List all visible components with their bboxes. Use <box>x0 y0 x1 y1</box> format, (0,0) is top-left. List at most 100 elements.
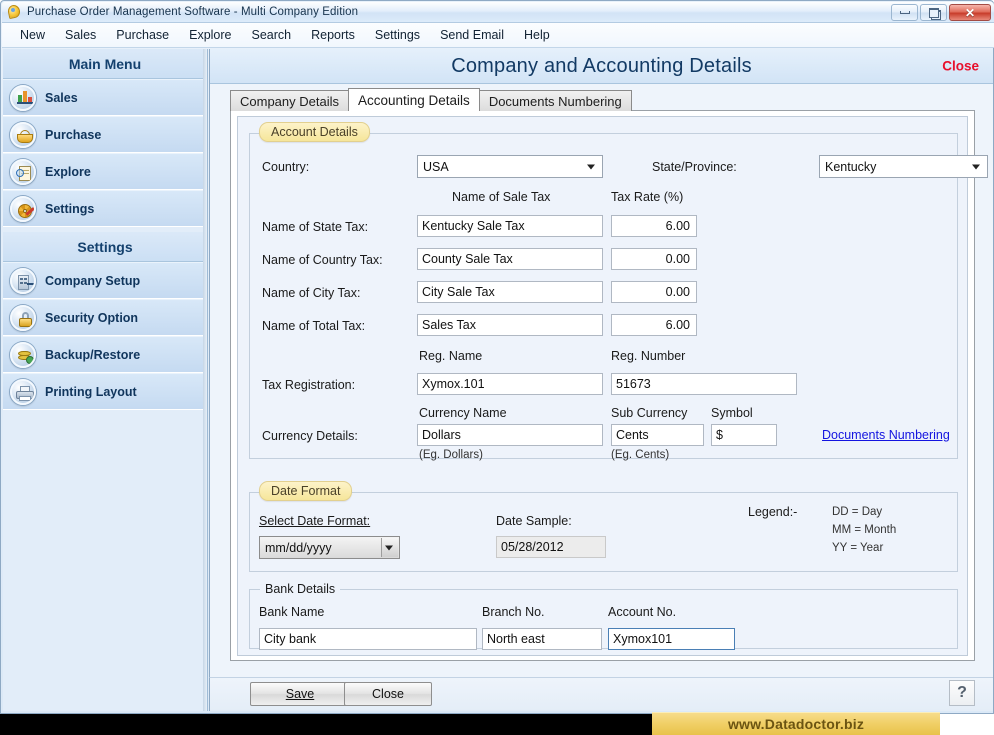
bank-details-legend: Bank Details <box>260 582 341 596</box>
save-button[interactable]: Save <box>250 682 350 706</box>
menu-item-new[interactable]: New <box>10 25 55 45</box>
sidebar-item-label-backup-restore: Backup/Restore <box>45 347 141 362</box>
window-frame: Purchase Order Management Software - Mul… <box>0 0 994 714</box>
bank-name-label: Bank Name <box>259 605 325 619</box>
state-tax-rate-input[interactable] <box>611 215 697 237</box>
date-format-group: Date Format Select Date Format: mm/dd/yy… <box>249 481 958 572</box>
menu-item-sales[interactable]: Sales <box>55 25 106 45</box>
reg-name-header: Reg. Name <box>419 349 483 363</box>
state-province-select-value: Kentucky <box>825 159 877 174</box>
documents-numbering-link[interactable]: Documents Numbering <box>822 428 950 442</box>
sidebar-item-printing-layout[interactable]: Printing Layout <box>3 373 207 410</box>
tab-strip: Company Details Accounting Details Docum… <box>230 88 632 111</box>
currency-name-input[interactable] <box>417 424 603 446</box>
main-content: Company and Accounting Details Close Com… <box>209 49 993 711</box>
window-controls: ✕ <box>891 4 991 21</box>
date-format-select-value: mm/dd/yyyy <box>265 540 332 555</box>
legend-line-month: MM = Month <box>832 524 897 536</box>
state-tax-name-input[interactable] <box>417 215 603 237</box>
printer-icon <box>10 378 36 405</box>
sidebar-item-company-setup[interactable]: Company Setup <box>3 262 207 299</box>
select-date-format-label: Select Date Format: <box>259 514 371 528</box>
sidebar: Main Menu Sales Purchase Explore Setting… <box>3 49 208 711</box>
watermark-banner: www.Datadoctor.biz <box>652 712 940 735</box>
sidebar-settings-list: Company Setup Security Option Backup/Res… <box>3 262 207 410</box>
account-no-input[interactable] <box>608 628 735 650</box>
total-tax-rate-input[interactable] <box>611 314 697 336</box>
tab-documents-numbering[interactable]: Documents Numbering <box>478 90 632 111</box>
city-tax-rate-input[interactable] <box>611 281 697 303</box>
currency-name-hint: (Eg. Dollars) <box>419 449 483 461</box>
close-button[interactable]: Close <box>344 682 432 706</box>
sub-currency-hint: (Eg. Cents) <box>611 449 670 461</box>
account-details-legend: Account Details <box>259 122 370 142</box>
symbol-input[interactable] <box>711 424 777 446</box>
currency-details-label: Currency Details: <box>262 429 358 443</box>
sub-currency-header: Sub Currency <box>611 406 688 420</box>
sidebar-empty-area <box>3 410 207 610</box>
country-tax-rate-input[interactable] <box>611 248 697 270</box>
watermark-text: www.Datadoctor.biz <box>727 716 865 732</box>
country-tax-name-input[interactable] <box>417 248 603 270</box>
database-recycle-icon <box>10 341 36 368</box>
maximize-icon <box>928 8 941 20</box>
sidebar-scrollbar[interactable] <box>203 49 207 711</box>
menu-item-explore[interactable]: Explore <box>179 25 241 45</box>
symbol-header: Symbol <box>711 406 753 420</box>
country-tax-label: Name of Country Tax: <box>262 253 383 267</box>
reg-number-input[interactable] <box>611 373 797 395</box>
menu-bar: New Sales Purchase Explore Search Report… <box>2 23 994 48</box>
menu-item-purchase[interactable]: Purchase <box>106 25 179 45</box>
sidebar-item-purchase[interactable]: Purchase <box>3 116 207 153</box>
content-header: Company and Accounting Details Close <box>210 49 993 84</box>
sidebar-item-security-option[interactable]: Security Option <box>3 299 207 336</box>
sidebar-item-settings[interactable]: Settings <box>3 190 207 227</box>
maximize-button[interactable] <box>920 4 947 21</box>
application-window: Purchase Order Management Software - Mul… <box>0 0 994 735</box>
menu-item-search[interactable]: Search <box>242 25 302 45</box>
help-button[interactable]: ? <box>949 680 975 706</box>
sidebar-item-sales[interactable]: Sales <box>3 79 207 116</box>
sidebar-item-label-explore: Explore <box>45 164 91 179</box>
menu-item-reports[interactable]: Reports <box>301 25 365 45</box>
tab-panel-inner: Account Details Country: USA State/Provi… <box>237 116 988 656</box>
state-province-label: State/Province: <box>652 160 737 174</box>
minimize-button[interactable] <box>891 4 918 21</box>
desktop-right-strip <box>940 714 994 735</box>
reg-number-header: Reg. Number <box>611 349 686 363</box>
branch-no-label: Branch No. <box>482 605 545 619</box>
tab-panel-accounting-details: Account Details Country: USA State/Provi… <box>230 110 988 661</box>
branch-no-input[interactable] <box>482 628 602 650</box>
country-select[interactable]: USA <box>417 155 603 178</box>
total-tax-label: Name of Total Tax: <box>262 319 366 333</box>
sub-currency-input[interactable] <box>611 424 704 446</box>
sidebar-item-explore[interactable]: Explore <box>3 153 207 190</box>
form-footer: Save Close ? <box>209 677 993 711</box>
city-tax-label: Name of City Tax: <box>262 286 361 300</box>
minimize-icon <box>899 11 910 14</box>
tab-company-details[interactable]: Company Details <box>230 90 349 111</box>
close-icon: ✕ <box>964 5 976 20</box>
total-tax-name-input[interactable] <box>417 314 603 336</box>
document-search-icon <box>10 158 36 185</box>
legend-title: Legend:- <box>748 505 798 519</box>
close-form-link[interactable]: Close <box>942 59 979 74</box>
date-format-select[interactable]: mm/dd/yyyy <box>259 536 400 559</box>
sidebar-item-backup-restore[interactable]: Backup/Restore <box>3 336 207 373</box>
bank-name-input[interactable] <box>259 628 477 650</box>
chart-icon <box>10 84 36 111</box>
state-province-select[interactable]: Kentucky <box>819 155 988 178</box>
close-window-button[interactable]: ✕ <box>949 4 991 21</box>
building-icon <box>10 267 36 294</box>
tax-registration-label: Tax Registration: <box>262 378 356 392</box>
sidebar-main-menu-header: Main Menu <box>3 49 207 79</box>
reg-name-input[interactable] <box>417 373 603 395</box>
city-tax-name-input[interactable] <box>417 281 603 303</box>
menu-item-settings[interactable]: Settings <box>365 25 430 45</box>
menu-item-send-email[interactable]: Send Email <box>430 25 514 45</box>
menu-item-help[interactable]: Help <box>514 25 560 45</box>
gear-icon <box>10 195 36 222</box>
tab-accounting-details[interactable]: Accounting Details <box>348 88 480 111</box>
date-format-legend: Date Format <box>259 481 353 501</box>
date-sample-value <box>496 536 606 558</box>
